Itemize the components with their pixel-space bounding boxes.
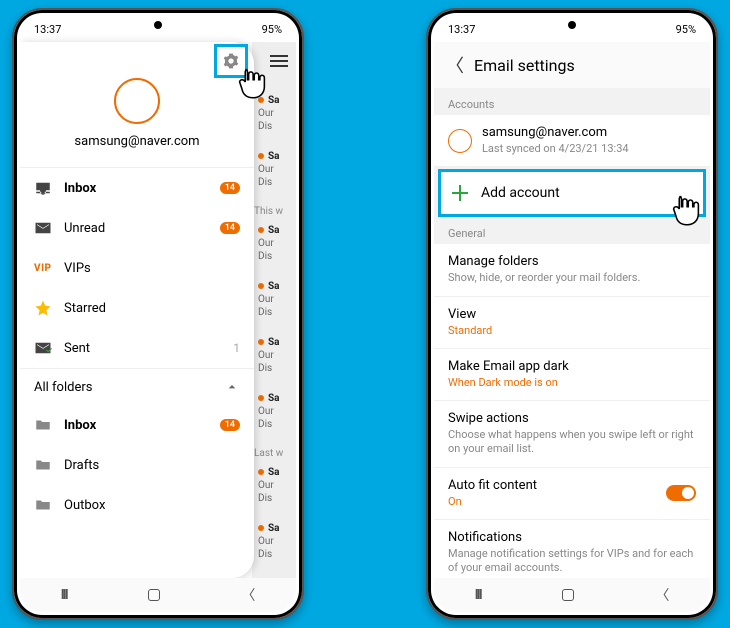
folder-icon (34, 496, 56, 514)
settings-item-notifications[interactable]: Notifications Manage notification setting… (434, 520, 710, 578)
folder-label: Inbox (64, 418, 220, 433)
status-bar: 13:37 95% (434, 16, 710, 42)
status-time: 13:37 (448, 23, 475, 36)
folder-unread[interactable]: Unread14 (20, 208, 254, 248)
plus-icon (451, 184, 469, 202)
settings-item-swipe-actions[interactable]: Swipe actions Choose what happens when yo… (434, 401, 710, 468)
sent-icon (34, 339, 56, 357)
settings-header: 〈 Email settings (434, 42, 710, 88)
setting-subtitle: Manage notification settings for VIPs an… (448, 547, 696, 576)
status-battery: 95% (262, 23, 282, 36)
inbox-icon (34, 179, 56, 197)
page-title: Email settings (474, 56, 575, 75)
star-icon (34, 299, 56, 317)
setting-title: View (448, 307, 696, 322)
nav-back-button[interactable]: 〈 (241, 585, 255, 605)
nav-recents-button[interactable]: III (61, 587, 67, 603)
camera-hole (568, 21, 576, 29)
folder-label: Unread (64, 221, 220, 236)
folder-inbox[interactable]: Inbox14 (20, 168, 254, 208)
setting-subtitle: When Dark mode is on (448, 376, 696, 390)
folder-label: Inbox (64, 181, 220, 196)
nav-home-button[interactable] (148, 589, 160, 601)
all-folders-label: All folders (34, 380, 92, 395)
setting-title: Swipe actions (448, 411, 696, 426)
android-nav-bar: III 〈 (20, 578, 296, 612)
add-account-button[interactable]: Add account (441, 172, 703, 214)
setting-subtitle: Choose what happens when you swipe left … (448, 428, 696, 457)
settings-item-manage-folders[interactable]: Manage folders Show, hide, or reorder you… (434, 244, 710, 296)
pointer-hand-icon (668, 191, 704, 227)
avatar[interactable] (114, 78, 160, 124)
status-time: 13:37 (34, 23, 61, 36)
bg-message: Sa OurDis (258, 280, 292, 319)
status-battery: 95% (676, 23, 696, 36)
bg-message: Sa OurDis (258, 522, 292, 561)
email-settings-page: 〈 Email settings Accounts samsung@naver.… (434, 42, 710, 578)
folder-sent[interactable]: Sent1 (20, 328, 254, 368)
setting-title: Auto fit content (448, 478, 696, 493)
account-email: samsung@naver.com (482, 125, 629, 140)
pointer-hand-icon (234, 64, 270, 100)
screen: 13:37 95% 〈 Email settings Accounts sams… (434, 16, 710, 612)
account-sync-info: Last synced on 4/23/21 13:34 (482, 142, 629, 156)
subfolder-drafts[interactable]: Drafts (20, 445, 254, 485)
nav-back-button[interactable]: 〈 (655, 585, 669, 605)
setting-title: Notifications (448, 530, 696, 545)
bg-message: Sa OurDis (258, 150, 292, 189)
chevron-up-icon (224, 379, 240, 395)
add-account-highlight: Add account (438, 169, 706, 217)
subfolder-outbox[interactable]: Outbox (20, 485, 254, 525)
nav-recents-button[interactable]: III (475, 587, 481, 603)
setting-subtitle: Show, hide, or reorder your mail folders… (448, 271, 696, 285)
settings-item-view[interactable]: View Standard (434, 297, 710, 349)
folder-label: Starred (64, 301, 240, 316)
settings-item-auto-fit-content[interactable]: Auto fit content On (434, 468, 710, 520)
setting-title: Make Email app dark (448, 359, 696, 374)
folder-label: Outbox (64, 498, 240, 513)
setting-subtitle: Standard (448, 324, 696, 338)
toggle-switch[interactable] (666, 485, 696, 501)
camera-hole (154, 21, 162, 29)
nav-home-button[interactable] (562, 589, 574, 601)
phone-settings: 13:37 95% 〈 Email settings Accounts sams… (426, 8, 718, 620)
settings-item-make-email-app-dark[interactable]: Make Email app dark When Dark mode is on (434, 349, 710, 401)
unread-badge: 14 (220, 182, 240, 194)
all-folders-toggle[interactable]: All folders (20, 369, 254, 405)
unread-badge: 14 (220, 222, 240, 234)
back-button[interactable]: 〈 (446, 52, 464, 78)
status-bar: 13:37 95% (20, 16, 296, 42)
section-accounts-label: Accounts (434, 88, 710, 115)
folder-label: Sent (64, 341, 233, 356)
add-account-label: Add account (481, 185, 560, 201)
bg-message: Sa OurDis (258, 466, 292, 505)
folder-icon (34, 416, 56, 434)
bg-message: Sa OurDis (258, 224, 292, 263)
folder-icon (34, 456, 56, 474)
setting-title: Manage folders (448, 254, 696, 269)
background-inbox: Sa OurDis Sa OurDis This w Sa OurDis Sa … (252, 42, 296, 578)
bg-section: This w (254, 206, 292, 217)
bg-message: Sa OurDis (258, 392, 292, 431)
account-avatar-icon (448, 129, 472, 153)
setting-subtitle: On (448, 495, 696, 509)
subfolder-inbox[interactable]: Inbox14 (20, 405, 254, 445)
account-row[interactable]: samsung@naver.com Last synced on 4/23/21… (434, 115, 710, 167)
android-nav-bar: III 〈 (434, 578, 710, 612)
bg-section: Last w (254, 448, 292, 459)
folder-starred[interactable]: Starred (20, 288, 254, 328)
folder-label: Drafts (64, 458, 240, 473)
hamburger-icon[interactable] (270, 52, 288, 70)
folder-label: VIPs (64, 261, 240, 276)
bg-message: Sa OurDis (258, 336, 292, 375)
unread-badge: 14 (220, 419, 240, 431)
phone-drawer: 13:37 95% Sa OurDis Sa OurDis This w Sa … (12, 8, 304, 620)
nav-drawer: samsung@naver.com Inbox14Unread14VIPVIPs… (20, 42, 254, 578)
account-email[interactable]: samsung@naver.com (20, 134, 254, 149)
screen: 13:37 95% Sa OurDis Sa OurDis This w Sa … (20, 16, 296, 612)
folder-vips[interactable]: VIP VIPs (20, 248, 254, 288)
vip-icon: VIP (34, 263, 56, 274)
item-count: 1 (233, 341, 240, 355)
mail-icon (34, 219, 56, 237)
